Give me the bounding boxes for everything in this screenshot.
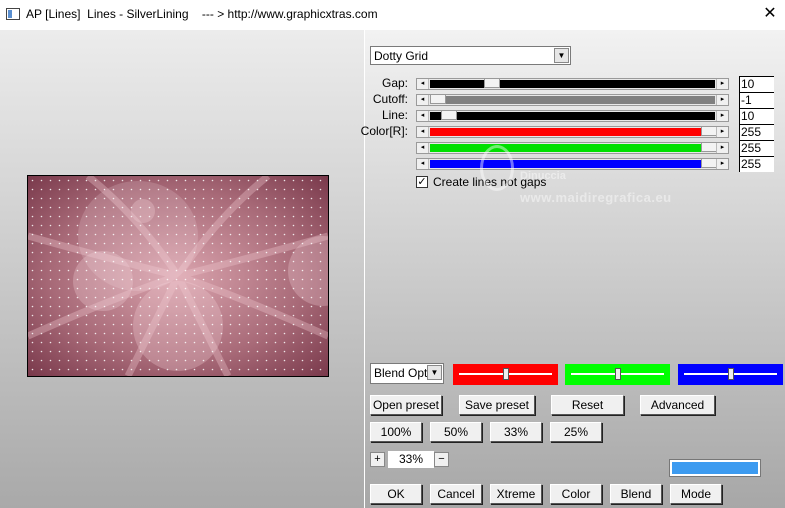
close-icon[interactable]: ✕ — [755, 0, 785, 30]
slider-right-arrow-icon[interactable]: ▸ — [716, 95, 728, 105]
slider-track[interactable] — [430, 112, 715, 120]
slider-thumb[interactable] — [614, 368, 621, 380]
slider[interactable]: ◂ ▸ — [416, 110, 729, 122]
slider-right-arrow-icon[interactable]: ▸ — [716, 111, 728, 121]
slider-left-arrow-icon[interactable]: ◂ — [417, 111, 429, 121]
slider-thumb[interactable] — [502, 368, 509, 380]
mode-select[interactable]: Dotty Grid ▼ — [370, 46, 571, 65]
create-lines-checkbox[interactable]: ✓ — [416, 176, 428, 188]
slider-thumb[interactable] — [701, 142, 717, 152]
advanced-button[interactable]: Advanced — [640, 395, 715, 415]
cancel-button[interactable]: Cancel — [430, 484, 482, 504]
slider-thumb[interactable] — [701, 126, 717, 136]
chevron-down-icon[interactable]: ▼ — [554, 48, 569, 63]
slider[interactable]: ◂ ▸ — [416, 78, 729, 90]
app-icon — [6, 8, 20, 20]
zoom-25-button[interactable]: 25% — [550, 422, 602, 442]
slider-track[interactable] — [430, 128, 715, 136]
slider-left-arrow-icon[interactable]: ◂ — [417, 95, 429, 105]
color-button[interactable]: Color — [550, 484, 602, 504]
slider-track[interactable] — [430, 80, 715, 88]
color-swatch[interactable] — [669, 459, 761, 477]
slider-label: Cutoff: — [372, 92, 408, 106]
zoom-100-button[interactable]: 100% — [370, 422, 422, 442]
slider-left-arrow-icon[interactable]: ◂ — [417, 127, 429, 137]
zoom-in-button[interactable]: + — [370, 452, 385, 467]
watermark-logo — [480, 145, 514, 191]
slider[interactable]: ◂ ▸ — [416, 94, 729, 106]
preview-pane — [0, 30, 364, 508]
slider-value[interactable]: 255 — [739, 156, 774, 172]
chevron-down-icon[interactable]: ▼ — [427, 365, 442, 380]
slider-right-arrow-icon[interactable]: ▸ — [716, 79, 728, 89]
title-bar: AP [Lines] Lines - SilverLining --- > ht… — [0, 0, 785, 30]
watermark-line1: Dinuccia — [520, 170, 566, 182]
blend-options-select[interactable]: Blend Optio ▼ — [370, 363, 444, 384]
save-preset-button[interactable]: Save preset — [459, 395, 535, 415]
window-title: AP [Lines] Lines - SilverLining --- > ht… — [26, 7, 378, 21]
slider-value[interactable]: 255 — [739, 124, 774, 140]
zoom-out-button[interactable]: − — [434, 452, 449, 467]
blend-color-slider[interactable] — [453, 364, 558, 385]
slider-thumb[interactable] — [727, 368, 734, 380]
slider[interactable]: ◂ ▸ — [416, 126, 729, 138]
preview-image — [27, 175, 329, 377]
slider-right-arrow-icon[interactable]: ▸ — [716, 127, 728, 137]
slider-label: Gap: — [381, 76, 408, 90]
slider-thumb[interactable] — [484, 78, 501, 88]
blend-color-slider[interactable] — [678, 364, 783, 385]
reset-button[interactable]: Reset — [551, 395, 624, 415]
watermark: Dinuccia www.maidiregrafica.eu — [480, 145, 680, 205]
slider-thumb[interactable] — [440, 110, 457, 120]
zoom-33-button[interactable]: 33% — [490, 422, 542, 442]
slider-left-arrow-icon[interactable]: ◂ — [417, 143, 429, 153]
slider-label: Color[R]: — [360, 124, 408, 138]
mode-select-value: Dotty Grid — [374, 49, 429, 63]
watermark-line2: www.maidiregrafica.eu — [520, 190, 672, 205]
xtreme-button[interactable]: Xtreme — [490, 484, 542, 504]
slider-right-arrow-icon[interactable]: ▸ — [716, 159, 728, 169]
slider-thumb[interactable] — [430, 94, 446, 104]
slider-value[interactable]: 10 — [739, 76, 774, 92]
slider-left-arrow-icon[interactable]: ◂ — [417, 79, 429, 89]
slider-track[interactable] — [430, 96, 715, 104]
open-preset-button[interactable]: Open preset — [370, 395, 442, 415]
mode-button[interactable]: Mode — [670, 484, 722, 504]
slider-right-arrow-icon[interactable]: ▸ — [716, 143, 728, 153]
zoom-50-button[interactable]: 50% — [430, 422, 482, 442]
slider-value[interactable]: 10 — [739, 108, 774, 124]
ok-button[interactable]: OK — [370, 484, 422, 504]
slider-value[interactable]: 255 — [739, 140, 774, 156]
blend-options-value: Blend Optio — [374, 366, 429, 380]
zoom-value: 33% — [388, 451, 434, 468]
blend-color-slider[interactable] — [565, 364, 670, 385]
slider-left-arrow-icon[interactable]: ◂ — [417, 159, 429, 169]
blend-button[interactable]: Blend — [610, 484, 662, 504]
slider-value[interactable]: -1 — [739, 92, 774, 108]
slider-thumb[interactable] — [701, 158, 717, 168]
slider-label: Line: — [381, 108, 408, 122]
